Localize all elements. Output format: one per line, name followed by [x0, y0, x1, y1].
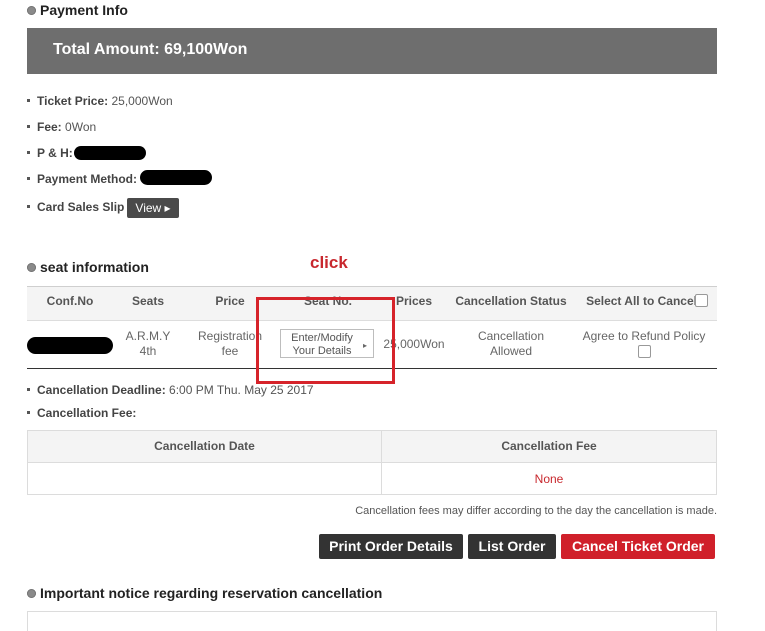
section-bullet-icon: [27, 6, 36, 15]
payment-info-title: Payment Info: [40, 2, 128, 18]
cancellation-deadline-row: Cancellation Deadline: 6:00 PM Thu. May …: [27, 383, 314, 397]
agree-refund-policy-label: Agree to Refund Policy: [582, 329, 706, 343]
bullet-square-icon: [27, 411, 30, 415]
col-cancellation-fee: Cancellation Fee: [501, 439, 597, 453]
agree-refund-checkbox[interactable]: [638, 345, 651, 358]
ticket-price-value: 25,000Won: [111, 94, 173, 108]
section-bullet-icon: [27, 263, 36, 272]
status-line1: Cancellation: [477, 329, 545, 343]
seat-value: A.R.M.Y 4th: [113, 329, 183, 359]
important-notice-title: Important notice regarding reservation c…: [40, 585, 383, 601]
redacted-ph-value: [74, 146, 146, 160]
cancellation-fee-row: Cancellation Fee:: [27, 406, 136, 420]
card-slip-row: Card Sales Slip: [27, 200, 124, 214]
redacted-payment-method: [140, 170, 212, 185]
ticket-price-label: Ticket Price:: [37, 94, 109, 108]
cancellation-fee-label: Cancellation Fee:: [37, 406, 137, 420]
fee-label: Fee:: [37, 120, 62, 134]
click-annotation: click: [310, 253, 348, 272]
ph-label: P & H:: [37, 146, 73, 160]
fee-row: Fee: 0Won: [27, 120, 96, 134]
col-select-all: Select All to Cancel: [586, 294, 697, 308]
payment-method-row: Payment Method:: [27, 172, 137, 186]
bullet-square-icon: [27, 388, 30, 392]
bullet-square-icon: [27, 99, 30, 103]
col-seats: Seats: [131, 294, 165, 308]
ticket-price-row: Ticket Price: 25,000Won: [27, 94, 173, 108]
notice-box: [27, 611, 717, 631]
list-order-button[interactable]: List Order: [468, 534, 556, 559]
seat-info-title: seat information: [40, 259, 149, 275]
total-amount-bar: Total Amount: 69,100Won: [27, 28, 717, 74]
payment-method-label: Payment Method:: [37, 172, 138, 186]
bullet-square-icon: [27, 205, 30, 209]
fee-value: 0Won: [65, 120, 97, 134]
cancellation-fee-note: Cancellation fees may differ according t…: [355, 505, 717, 517]
col-conf-no: Conf.No: [46, 294, 94, 308]
seat-value-line1: A.R.M.Y: [125, 329, 171, 343]
card-slip-label: Card Sales Slip: [37, 200, 125, 214]
col-cancellation-date: Cancellation Date: [154, 439, 255, 453]
deadline-label: Cancellation Deadline:: [37, 383, 166, 397]
deadline-value: 6:00 PM Thu. May 25 2017: [169, 383, 314, 397]
view-slip-button[interactable]: View ▸: [127, 198, 179, 218]
bullet-square-icon: [27, 151, 30, 155]
redacted-conf-no: [27, 337, 113, 354]
print-order-details-button[interactable]: Print Order Details: [319, 534, 463, 559]
section-bullet-icon: [27, 589, 36, 598]
seat-value-line2: 4th: [139, 344, 157, 358]
fee-table-divider: [28, 462, 716, 463]
annotation-highlight-box: [256, 297, 395, 384]
bullet-square-icon: [27, 177, 30, 181]
cancellation-status-value: Cancellation Allowed: [449, 329, 573, 359]
cancel-ticket-order-button[interactable]: Cancel Ticket Order: [561, 534, 715, 559]
col-cancellation-status: Cancellation Status: [455, 294, 567, 308]
status-line2: Allowed: [489, 344, 533, 358]
bullet-square-icon: [27, 125, 30, 129]
cancellation-fee-value: None: [534, 472, 564, 486]
select-all-checkbox[interactable]: [695, 294, 708, 307]
ph-row: P & H:: [27, 146, 73, 160]
